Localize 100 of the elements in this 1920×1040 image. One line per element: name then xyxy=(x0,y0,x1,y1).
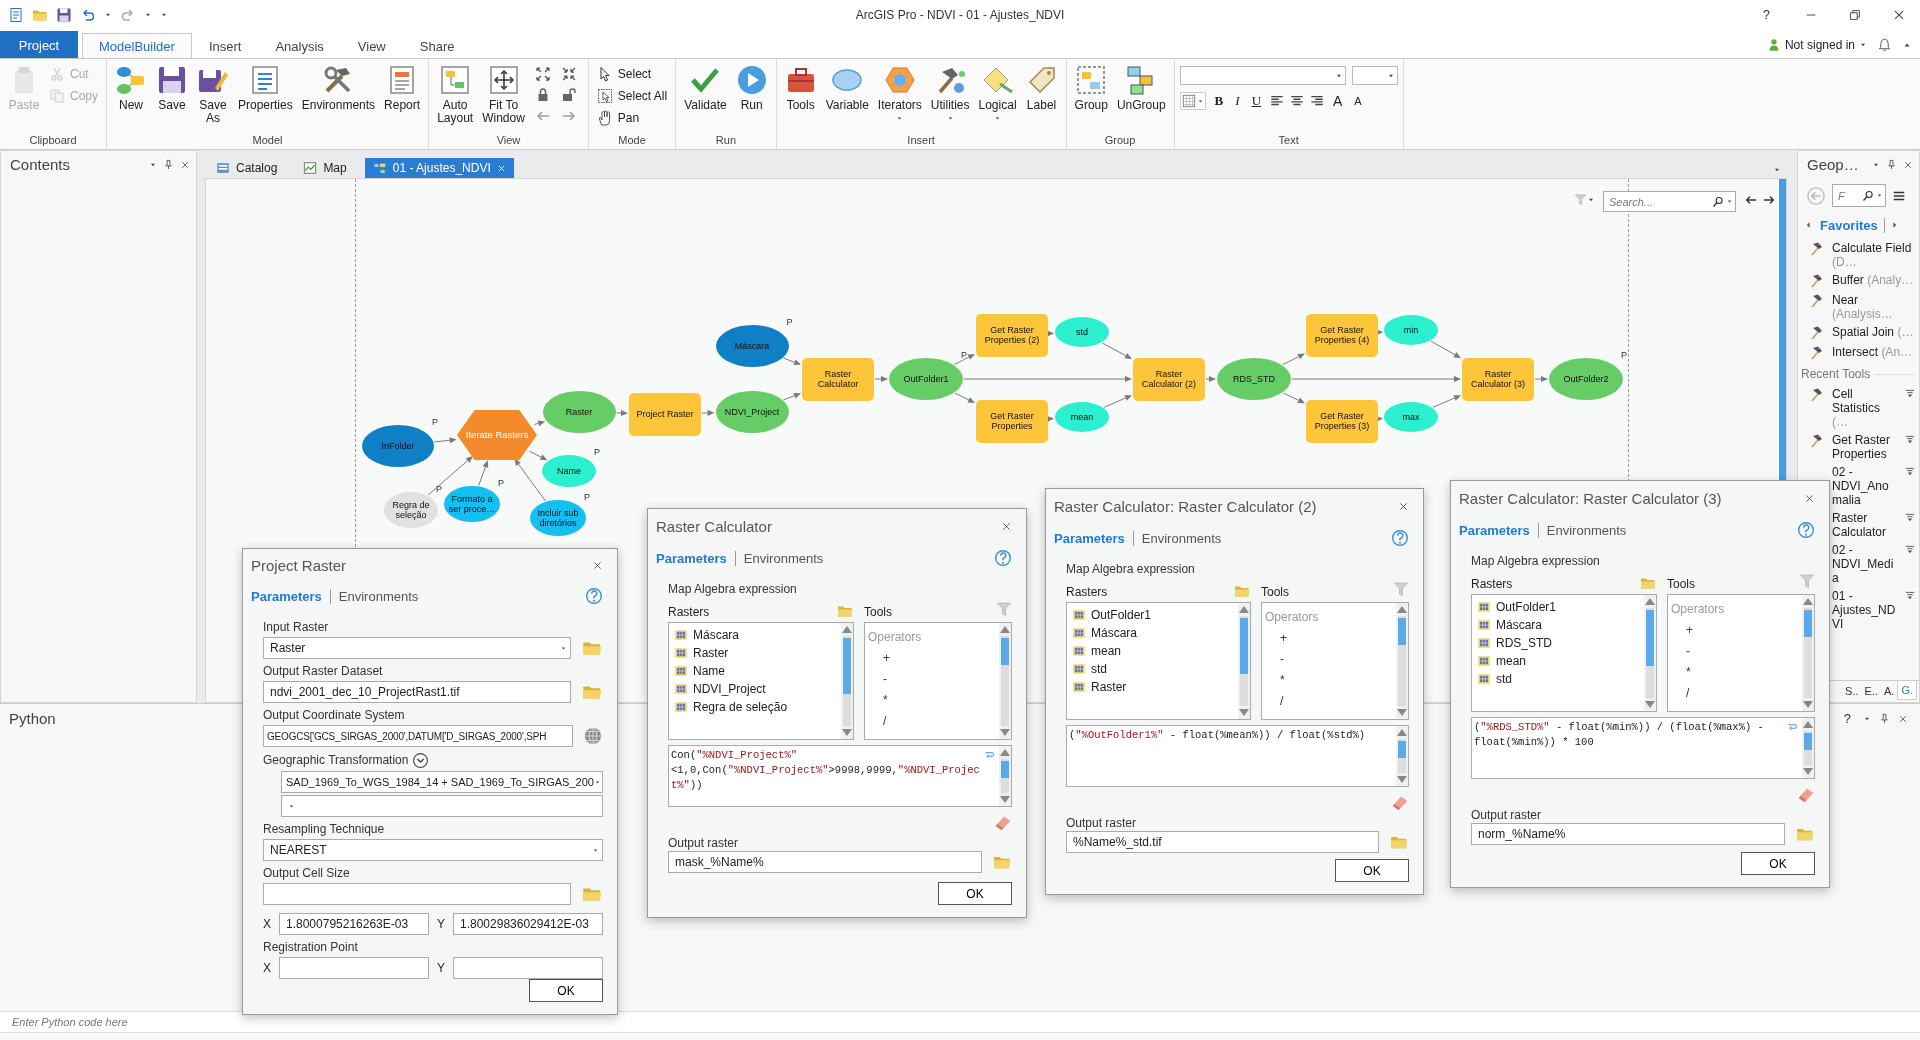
ribbon-tab[interactable]: View xyxy=(340,33,403,58)
close-icon[interactable] xyxy=(1001,520,1012,532)
ribbon-button[interactable]: UnGroup xyxy=(1113,62,1169,114)
format-button[interactable]: A xyxy=(1351,95,1365,107)
list-item[interactable]: mean xyxy=(1475,652,1641,670)
dialog-tab[interactable]: Environments xyxy=(1132,530,1230,546)
format-button[interactable]: B xyxy=(1211,93,1227,109)
align-left-icon[interactable] xyxy=(1270,94,1284,108)
ribbon-tab[interactable]: Analysis xyxy=(258,33,341,58)
list-item[interactable]: * xyxy=(1265,670,1393,691)
dialog-tab[interactable]: Environments xyxy=(734,550,832,566)
tool-node[interactable]: Get Raster Properties xyxy=(976,399,1048,443)
variable-node[interactable]: Name xyxy=(542,455,596,487)
back-arrow-icon[interactable] xyxy=(1744,193,1758,207)
tool-node[interactable]: Raster Calculator xyxy=(802,357,874,401)
dropdown[interactable]: SAD_1969_To_WGS_1984_14 + SAD_1969_To_SIRGAS_200 xyxy=(281,771,603,793)
tool-item[interactable]: Get Raster Properties xyxy=(1798,431,1919,463)
ribbon-button[interactable]: Fit To Window xyxy=(479,62,528,127)
scrollbar[interactable] xyxy=(1644,595,1656,711)
data-node[interactable]: InFolder xyxy=(362,425,434,467)
dialog-tab[interactable]: Parameters xyxy=(656,550,735,566)
expression-field[interactable]: Con("%NDVI_Project%" <1,0,Con("%NDVI_Project%">9998,9999,"%NDVI_Project%")) xyxy=(668,745,1012,807)
close-icon[interactable] xyxy=(180,159,190,170)
tool-item[interactable]: 02 - NDVI_Anomalia xyxy=(1798,463,1919,509)
list-item[interactable]: - xyxy=(1265,649,1393,670)
dialog-tab[interactable]: Parameters xyxy=(251,588,330,604)
document-tab[interactable]: 01 - Ajustes_NDVI xyxy=(364,158,514,178)
variable-node[interactable]: max xyxy=(1384,402,1438,432)
close-icon[interactable] xyxy=(1804,492,1815,504)
ribbon-button[interactable]: Auto Layout xyxy=(434,62,477,127)
list-item[interactable]: / xyxy=(1671,683,1799,704)
ribbon-button[interactable]: Select All xyxy=(593,85,671,106)
scrollbar[interactable] xyxy=(1802,595,1814,711)
list-item[interactable]: RDS_STD xyxy=(1475,634,1641,652)
variable-node[interactable]: mean xyxy=(1055,402,1109,432)
ribbon-button[interactable]: Utilities xyxy=(927,62,973,124)
text-field[interactable]: mask_%Name% xyxy=(668,851,982,873)
pane-tab[interactable]: E.. xyxy=(1861,681,1881,700)
help-button[interactable]: ? xyxy=(1839,711,1855,726)
format-button[interactable]: I xyxy=(1232,93,1243,109)
text-field[interactable]: 1.80029836029412E-03 xyxy=(453,913,603,935)
help-icon[interactable] xyxy=(994,549,1012,567)
document-tab[interactable]: Map xyxy=(295,158,355,178)
variable-node[interactable]: std xyxy=(1055,317,1109,347)
text-field[interactable] xyxy=(453,957,603,979)
ribbon-button[interactable]: Save xyxy=(153,62,191,114)
expand-arrows-icon[interactable] xyxy=(534,66,551,82)
data-node[interactable]: NDVI_Project xyxy=(715,391,789,433)
font-dropdown[interactable] xyxy=(1351,66,1398,85)
text-field[interactable]: norm_%Name% xyxy=(1471,823,1785,845)
list-item[interactable]: mean xyxy=(1070,642,1235,660)
list-item[interactable]: Raster xyxy=(672,644,838,662)
tool-item[interactable]: Near (Analysis… xyxy=(1798,291,1919,323)
ribbon-button[interactable]: Tools xyxy=(781,62,820,114)
scrollbar[interactable] xyxy=(1396,726,1408,786)
ribbon-button[interactable]: Report xyxy=(381,62,424,114)
dropdown[interactable]: Raster xyxy=(263,637,571,659)
close-icon[interactable] xyxy=(1903,159,1913,170)
help-button[interactable]: ? xyxy=(1758,7,1774,22)
filter-icon[interactable] xyxy=(1393,579,1409,599)
tool-node[interactable]: Raster Calculator (2) xyxy=(1133,357,1205,401)
ribbon-button[interactable]: New xyxy=(112,62,150,114)
list-item[interactable]: NDVI_Project xyxy=(672,680,838,698)
ribbon-button[interactable]: Pan xyxy=(593,107,671,128)
help-icon[interactable] xyxy=(585,587,603,605)
bell-icon[interactable] xyxy=(1877,37,1892,52)
tool-item[interactable]: Spatial Join (… xyxy=(1798,323,1919,343)
ribbon-button[interactable]: Validate xyxy=(681,62,730,114)
close-icon[interactable] xyxy=(592,559,603,571)
text-field[interactable]: GEOGCS['GCS_SIRGAS_2000',DATUM['D_SIRGAS_2000',SPH xyxy=(263,725,573,747)
data-node[interactable]: OutFolder2 xyxy=(1549,358,1623,400)
list-item[interactable]: - xyxy=(868,669,996,690)
variable-node[interactable]: min xyxy=(1384,315,1438,345)
expression-field[interactable]: ("%RDS_STD%" - float(%min%)) / (float(%max%) - float(%min%)) * 100 xyxy=(1471,717,1815,779)
close-icon[interactable] xyxy=(1898,713,1908,724)
search-field[interactable]: F xyxy=(1832,184,1886,207)
scrollbar[interactable] xyxy=(841,623,853,739)
ribbon-button[interactable]: Select xyxy=(593,63,671,84)
data-node[interactable]: RDS_STD xyxy=(1217,358,1291,400)
scrollbar[interactable] xyxy=(1238,603,1250,719)
account-menu[interactable]: Not signed in xyxy=(1766,37,1867,52)
ribbon-tab[interactable]: Insert xyxy=(191,33,259,58)
dialog-tab[interactable]: Environments xyxy=(329,588,427,604)
tool-item[interactable]: 01 - Ajustes_NDVI xyxy=(1798,587,1919,633)
list-item[interactable]: * xyxy=(868,690,996,711)
undo-icon[interactable] xyxy=(80,6,96,23)
list-item[interactable]: Regra de seleção xyxy=(672,698,838,716)
tool-item[interactable]: Intersect (An… xyxy=(1798,343,1919,363)
list-item[interactable]: Máscara xyxy=(672,626,838,644)
filter-icon[interactable] xyxy=(996,599,1012,619)
list-item[interactable]: std xyxy=(1070,660,1235,678)
text-field[interactable]: ndvi_2001_dec_10_ProjectRast1.tif xyxy=(263,681,571,703)
globe-icon[interactable] xyxy=(583,726,603,746)
list-item[interactable]: + xyxy=(1671,620,1799,641)
dialog-tab[interactable]: Parameters xyxy=(1459,522,1538,538)
ribbon-tab[interactable]: ModelBuilder xyxy=(82,33,192,58)
fill-dropdown[interactable] xyxy=(1179,92,1206,110)
tool-item[interactable]: Cell Statistics (… xyxy=(1798,385,1919,431)
expression-field[interactable]: ("%OutFolder1%" - float(%mean%)) / float(%std%) xyxy=(1066,725,1409,787)
pin-icon[interactable] xyxy=(1879,713,1890,724)
